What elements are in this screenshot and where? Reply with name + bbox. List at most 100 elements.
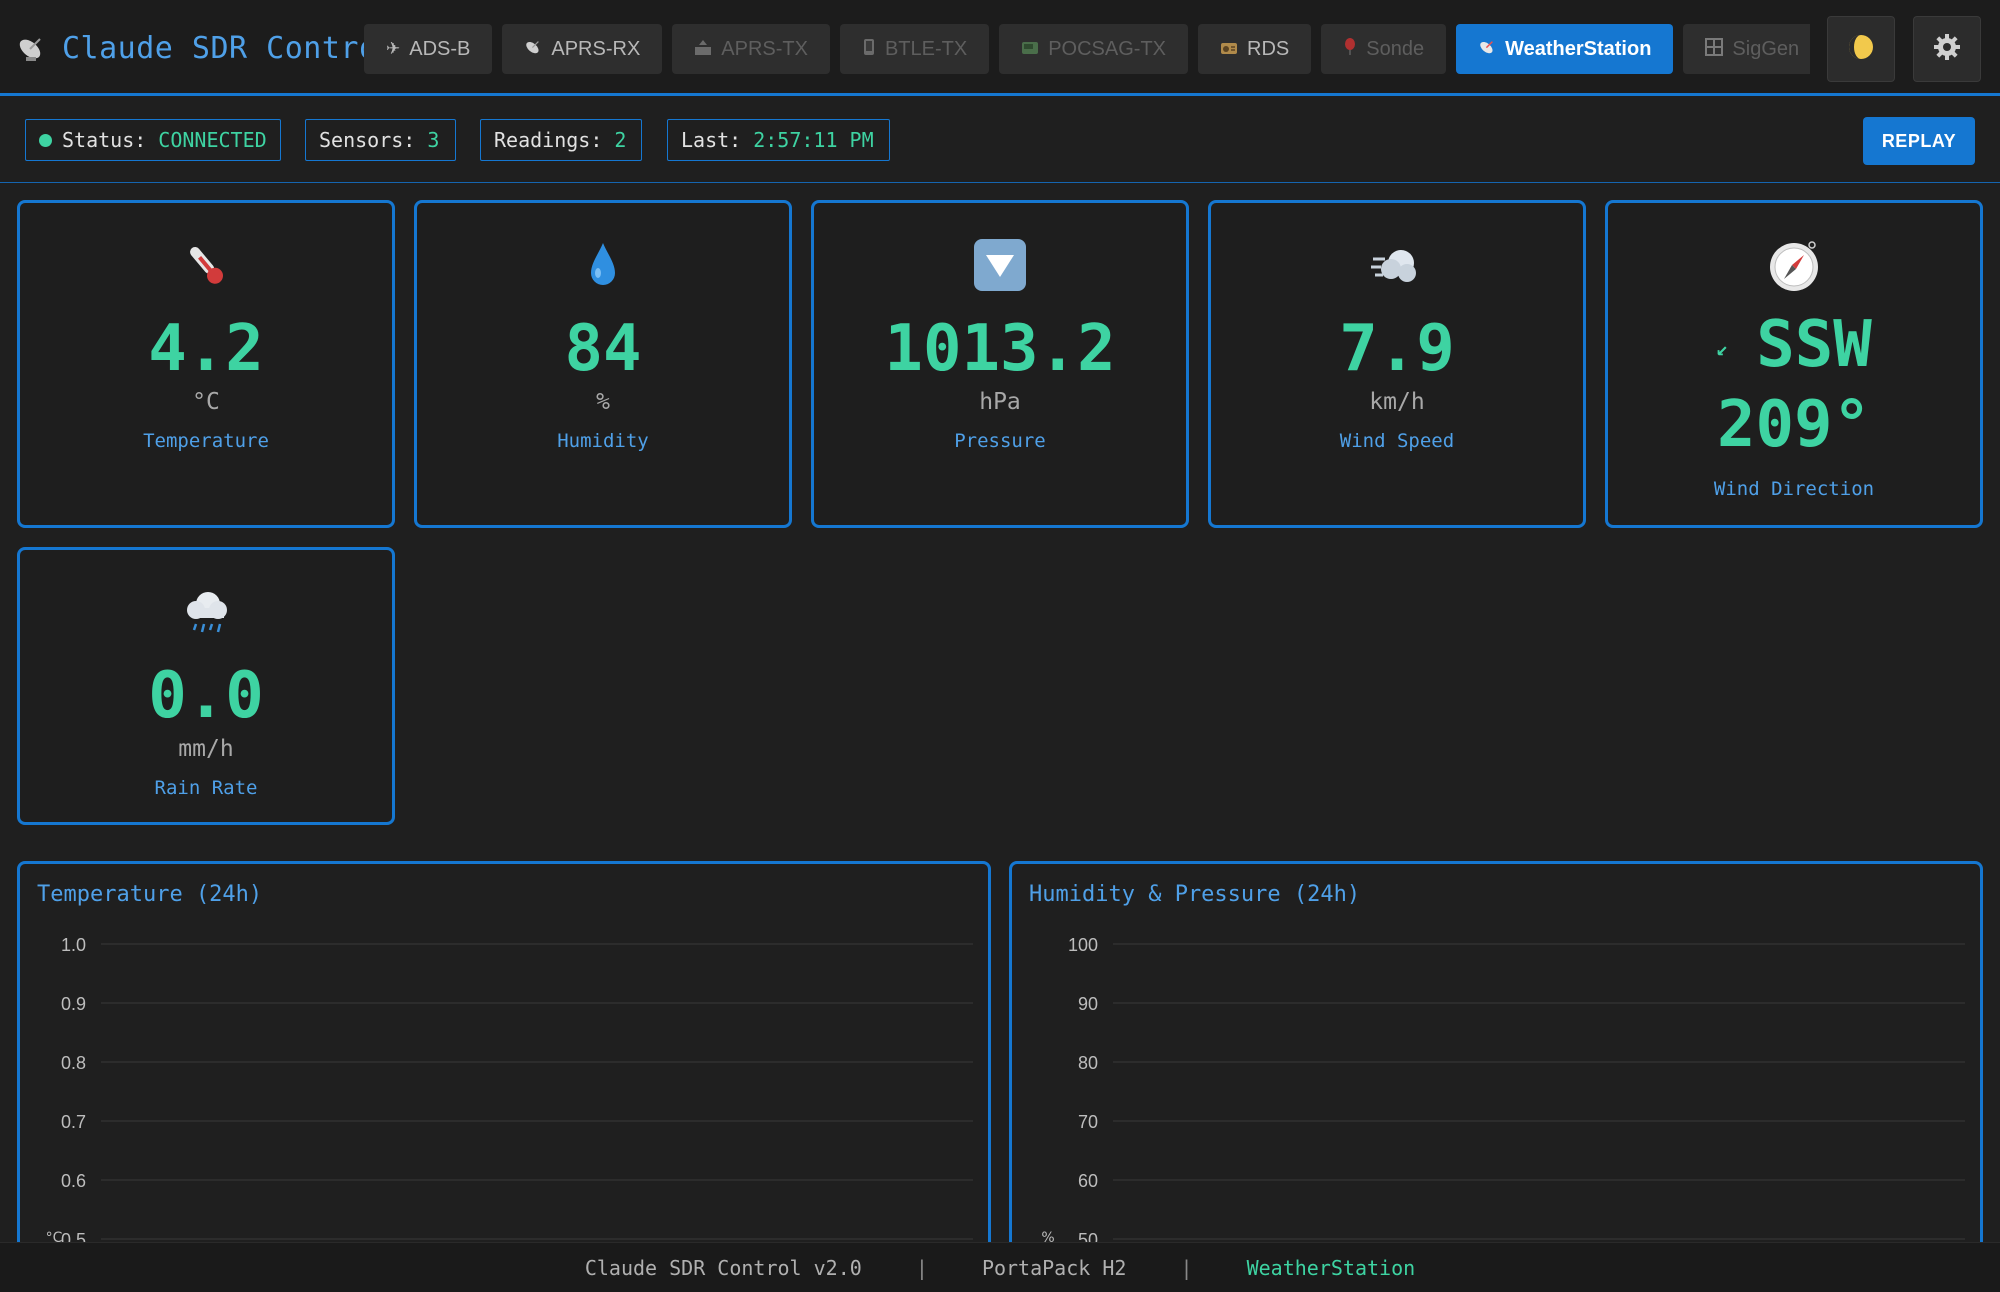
sensors-chip: Sensors: 3 [305,119,456,161]
wind-direction-label: Wind Direction [1713,478,1875,500]
tab-ads-b[interactable]: ✈ ADS-B [364,24,493,74]
y-tick-label: 0.8 [61,1053,86,1073]
status-bar: Status: CONNECTED Sensors: 3 Readings: 2… [0,99,2000,183]
rain-cloud-icon [178,584,234,640]
wind-icon [1369,237,1425,293]
tab-label: ADS-B [409,37,471,60]
pager-icon [1021,39,1039,60]
status-label: Status: [62,128,147,152]
humidity-pressure-chart-plot: 1009080706050% [1041,935,1965,1250]
rain-rate-card: 0.0 mm/h Rain Rate [17,547,395,825]
footer-app-version: Claude SDR Control v2.0 [584,1256,862,1280]
tab-label: Sonde [1366,37,1425,60]
grid-icon [1705,37,1724,61]
wind-speed-unit: km/h [1369,389,1425,415]
down-arrow-icon [972,237,1028,293]
thermometer-icon [178,237,234,293]
app-title: Claude SDR Control [62,30,397,66]
tab-label: RDS [1247,37,1290,60]
tab-weatherstation[interactable]: WeatherStation [1456,24,1674,74]
wind-direction-value: ↙ SSW [1608,307,1980,386]
pressure-value: 1013.2 [884,312,1116,386]
wind-speed-value: 7.9 [1339,312,1455,386]
pressure-card: 1013.2 hPa Pressure [811,200,1189,528]
tab-btle-tx[interactable]: BTLE-TX [839,24,990,74]
humidity-label: Humidity [557,430,649,452]
humidity-card: 84 % Humidity [414,200,792,528]
last-update-chip: Last: 2:57:11 PM [667,119,890,161]
readings-chip: Readings: 2 [480,119,642,161]
footer-device: PortaPack H2 [981,1256,1127,1280]
y-tick-label: 0.9 [61,994,86,1014]
pressure-label: Pressure [954,430,1046,452]
replay-button[interactable]: REPLAY [1863,117,1975,165]
droplet-icon [575,237,631,293]
wind-speed-label: Wind Speed [1339,430,1455,452]
tab-label: APRS-TX [721,37,808,60]
tab-label: POCSAG-TX [1048,37,1167,60]
tab-sonde[interactable]: Sonde [1321,24,1447,74]
readings-label: Readings: [494,128,603,152]
theme-toggle-button[interactable] [1827,16,1895,82]
temperature-chart-plot: 1.00.90.80.70.60.5°C [46,935,973,1250]
tab-aprs-rx[interactable]: APRS-RX [502,24,663,74]
readings-value: 2 [614,128,627,152]
last-value: 2:57:11 PM [753,128,874,152]
theme-toggle-icon [1846,32,1876,66]
rain-rate-value: 0.0 [148,659,264,733]
humidity-unit: % [596,389,610,415]
y-tick-label: 90 [1078,994,1098,1014]
app-logo: Claude SDR Control [16,26,396,70]
rain-rate-label: Rain Rate [154,777,258,799]
y-tick-label: 0.6 [61,1171,86,1191]
phone-icon [862,38,876,61]
airplane-icon: ✈ [386,39,401,58]
y-tick-label: 1.0 [61,935,86,955]
tab-label: BTLE-TX [884,37,968,60]
tab-aprs-tx[interactable]: APRS-TX [672,24,830,74]
y-tick-label: 100 [1068,935,1098,955]
wind-direction-degrees: 209° [1716,388,1872,462]
status-chip: Status: CONNECTED [25,119,281,161]
rain-rate-unit: mm/h [178,736,234,762]
humidity-pressure-chart: Humidity & Pressure (24h) 100 90 80 70 60 50% [1009,861,1983,1281]
temperature-unit: °C [192,389,220,415]
tab-rds[interactable]: RDS [1198,24,1312,74]
radio-icon [1220,39,1238,60]
last-label: Last: [681,128,742,152]
sensors-label: Sensors: [319,128,416,152]
status-indicator-dot [39,133,52,147]
wind-direction-card: ↙ SSW 209° Wind Direction [1605,200,1983,528]
temperature-value: 4.2 [148,312,264,386]
tab-label: WeatherStation [1505,37,1652,60]
pressure-unit: hPa [979,389,1021,415]
footer-mode: WeatherStation [1246,1256,1416,1280]
y-tick-label: 60 [1078,1171,1098,1191]
temperature-chart: Temperature (24h) 1.0 0.9 0.8 0.7 0.6 0.5 °C [17,861,991,1281]
settings-button[interactable] [1913,16,1981,82]
tab-label: APRS-RX [551,37,641,60]
outbox-icon [694,38,712,61]
temperature-label: Temperature [143,430,269,452]
wind-direction-arrow: ↙ [1716,336,1729,361]
gear-icon [1932,32,1962,66]
y-tick-label: 0.7 [61,1112,86,1132]
temperature-card: 4.2 °C Temperature [17,200,395,528]
footer-separator: | [1180,1256,1193,1280]
y-tick-label: 70 [1078,1112,1098,1132]
app-header: Claude SDR Control ✈ ADS-B APRS-RX APRS-… [0,0,2000,96]
tab-label: SigGen [1732,37,1800,60]
satellite-dish-icon [16,33,46,63]
tab-pocsag-tx[interactable]: POCSAG-TX [999,24,1189,74]
humidity-value: 84 [564,312,642,386]
balloon-icon [1343,37,1357,61]
wind-speed-card: 7.9 km/h Wind Speed [1208,200,1586,528]
mode-tabs: ✈ ADS-B APRS-RX APRS-TX BTLE-TX POCSAG-T… [364,24,1810,74]
wind-direction-cardinal: SSW [1756,308,1872,382]
satellite-dish-icon [1478,38,1496,61]
sensors-value: 3 [427,128,440,152]
satellite-dish-icon [524,38,542,61]
footer: Claude SDR Control v2.0 | PortaPack H2 |… [0,1242,2000,1292]
compass-icon [1766,237,1822,293]
tab-siggen[interactable]: SigGen [1683,24,1810,74]
